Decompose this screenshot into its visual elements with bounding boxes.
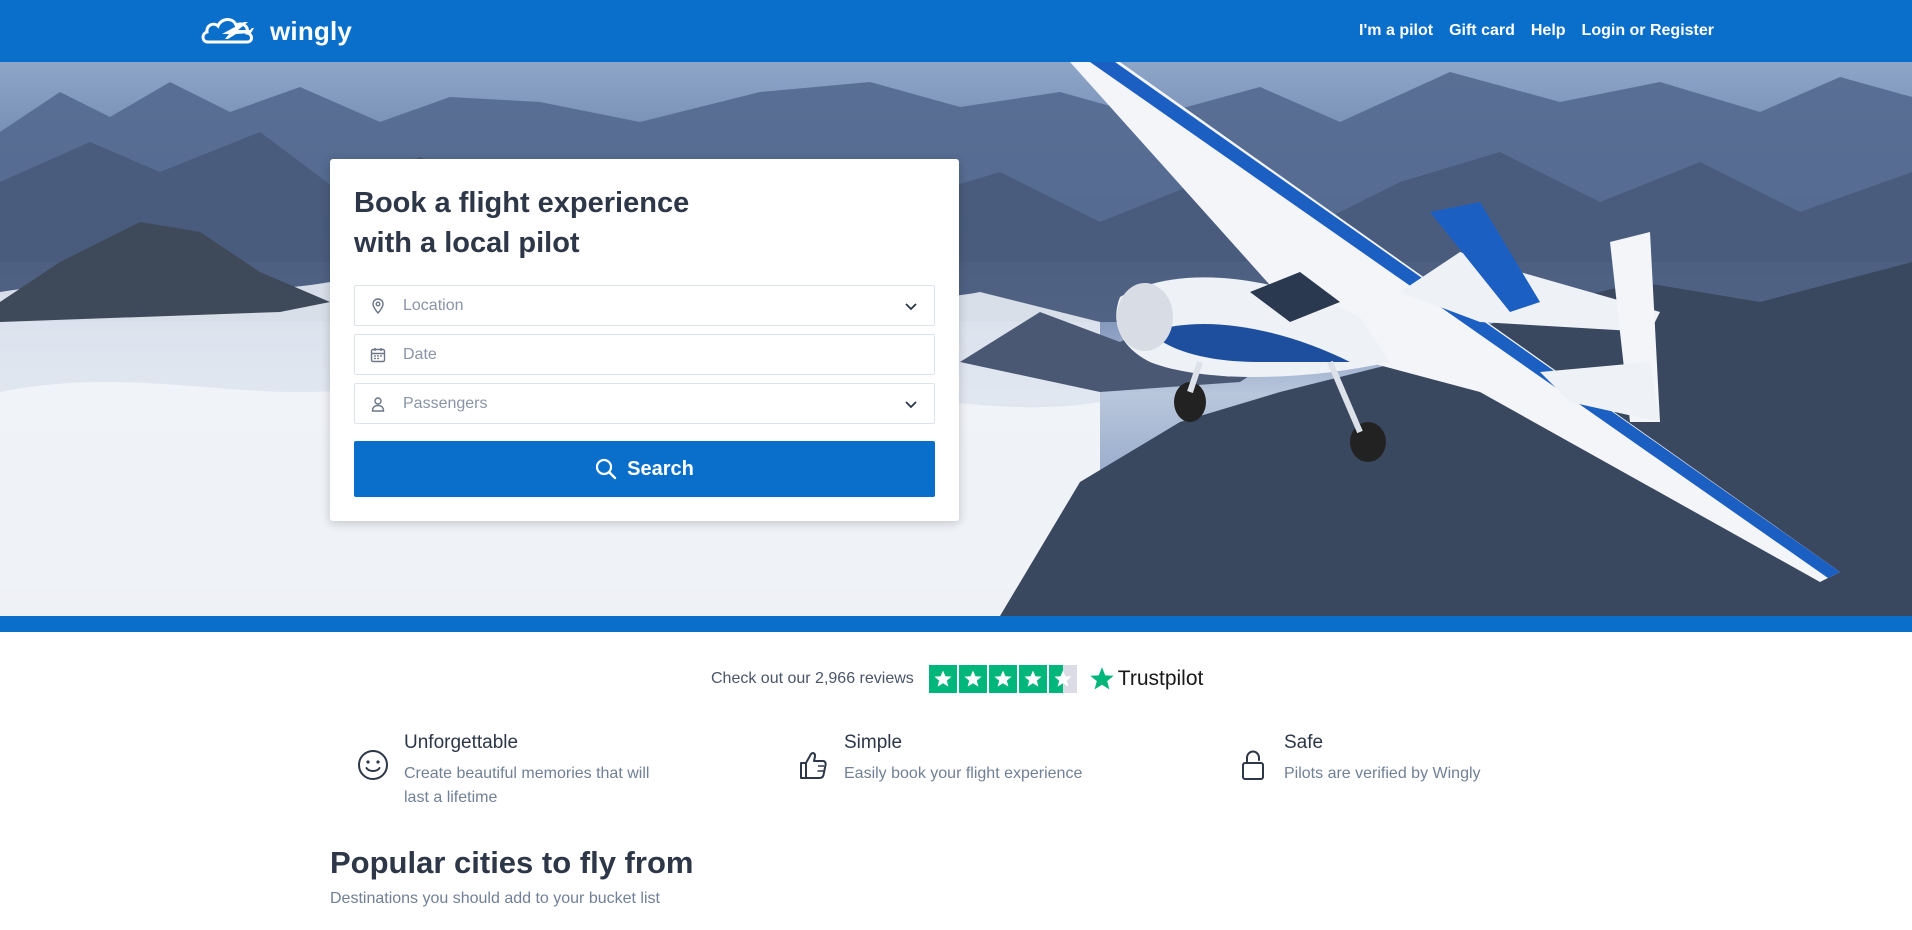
nav-help[interactable]: Help: [1531, 22, 1566, 40]
feature-description: Create beautiful memories that will last…: [404, 765, 650, 806]
passengers-select[interactable]: Passengers: [354, 383, 935, 424]
popular-cities-subtitle: Destinations you should add to your buck…: [330, 890, 660, 907]
thumbs-up-icon: [800, 752, 827, 779]
feature-title: Safe: [1284, 732, 1324, 753]
nav-gift-card[interactable]: Gift card: [1449, 22, 1515, 40]
feature-description: Easily book your flight experience: [844, 765, 1083, 782]
trustpilot-logo: Trustpilot: [1089, 666, 1204, 692]
search-button[interactable]: Search: [354, 441, 935, 497]
cloud-plane-logo-icon: [201, 18, 254, 44]
passengers-placeholder: Passengers: [403, 395, 488, 412]
nav-login-register[interactable]: Login or Register: [1582, 22, 1714, 40]
trustpilot-rating-stars: [928, 665, 1077, 693]
reviews-count-text: Check out our 2,966 reviews: [711, 670, 914, 687]
calendar-icon: [370, 348, 386, 363]
wingly-logo[interactable]: wingly: [200, 12, 352, 50]
trustpilot-bar[interactable]: Check out our 2,966 reviews Trustpilot: [711, 664, 1203, 694]
location-select[interactable]: Location: [354, 285, 935, 326]
feature-title: Unforgettable: [404, 732, 519, 753]
map-pin-icon: [372, 298, 384, 315]
search-card: Book a flight experience with a local pi…: [330, 159, 959, 521]
search-button-label: Search: [627, 457, 694, 480]
feature-simple: Simple Easily book your flight experienc…: [796, 730, 1126, 800]
user-icon: [371, 397, 385, 412]
smile-icon: [358, 750, 388, 780]
star-icon: [1018, 665, 1047, 693]
card-title-line1: Book a flight experience: [354, 187, 690, 219]
feature-title: Simple: [844, 732, 903, 753]
feature-unforgettable: Unforgettable Create beautiful memories …: [356, 730, 686, 806]
date-placeholder: Date: [403, 346, 437, 363]
trustpilot-star-icon: [1090, 667, 1114, 690]
nav-im-a-pilot[interactable]: I'm a pilot: [1359, 22, 1433, 40]
logo-text: wingly: [270, 15, 353, 46]
star-icon: [988, 665, 1017, 693]
card-title: Book a flight experience with a local pi…: [354, 183, 794, 263]
chevron-down-icon: [905, 303, 917, 311]
card-title-line2: with a local pilot: [354, 227, 580, 259]
chevron-down-icon: [905, 401, 917, 409]
popular-cities-title: Popular cities to fly from: [330, 845, 694, 880]
trustpilot-brand-text: Trustpilot: [1117, 667, 1204, 690]
hero-banner: Book a flight experience with a local pi…: [0, 62, 1912, 616]
star-icon: [928, 665, 957, 693]
feature-safe: Safe Pilots are verified by Wingly: [1236, 730, 1566, 800]
feature-description: Pilots are verified by Wingly: [1284, 765, 1481, 782]
date-field[interactable]: Date: [354, 334, 935, 375]
hero-bottom-strip: [0, 616, 1912, 632]
half-star-icon: [1048, 665, 1077, 693]
lock-icon: [1242, 750, 1264, 780]
search-icon: [596, 458, 617, 480]
location-placeholder: Location: [403, 297, 464, 314]
top-navbar: wingly I'm a pilot Gift card Help Login …: [0, 0, 1912, 62]
main-nav: I'm a pilot Gift card Help Login or Regi…: [1359, 0, 1714, 62]
star-icon: [958, 665, 987, 693]
